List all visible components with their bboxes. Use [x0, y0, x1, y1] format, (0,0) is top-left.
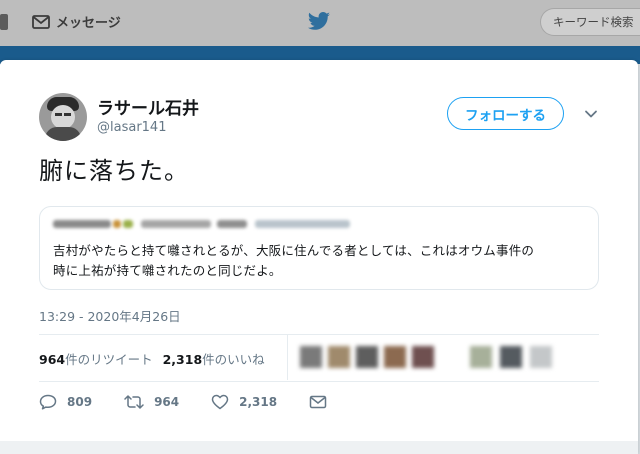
quoted-tweet[interactable]: 吉村がやたらと持て囃されとるが、大阪に住んでる者としては、これはオウム事件の 時… — [39, 206, 599, 290]
search-input[interactable]: キーワード検索 — [540, 8, 640, 36]
chevron-down-icon[interactable] — [583, 106, 599, 122]
liker-avatar[interactable] — [530, 346, 552, 368]
liker-avatar[interactable] — [470, 346, 492, 368]
heart-icon — [211, 394, 229, 410]
liker-avatar[interactable] — [300, 346, 322, 368]
liker-avatar[interactable] — [384, 346, 406, 368]
top-navigation-bar: メッセージ キーワード検索 — [0, 0, 640, 46]
quoted-tweet-text: 吉村がやたらと持て囃されとるが、大阪に住んでる者としては、これはオウム事件の 時… — [53, 241, 585, 281]
liker-avatar[interactable] — [412, 346, 434, 368]
divider — [39, 381, 599, 382]
quoted-line-1: 吉村がやたらと持て囃されとるが、大阪に住んでる者としては、これはオウム事件の — [53, 243, 535, 258]
like-count: 2,318 — [239, 395, 278, 409]
direct-message-button[interactable] — [309, 395, 327, 409]
quoted-author-blurred — [53, 217, 585, 231]
envelope-icon — [32, 14, 50, 29]
envelope-icon — [309, 395, 327, 409]
tweet-timestamp[interactable]: 13:29 - 2020年4月26日 — [39, 306, 181, 325]
nav-left: メッセージ — [0, 12, 121, 31]
retweet-icon — [124, 394, 144, 410]
retweet-count: 964 — [154, 395, 180, 409]
home-icon[interactable] — [0, 13, 8, 30]
stats-separator — [287, 334, 288, 380]
like-button[interactable]: 2,318 — [211, 394, 277, 410]
likes-stat[interactable]: 2,318 件のいいね — [163, 349, 265, 368]
search-placeholder: キーワード検索 — [553, 15, 634, 29]
display-name[interactable]: ラサール石井 — [97, 94, 199, 119]
reply-button[interactable]: 809 — [39, 394, 92, 410]
liker-avatar[interactable] — [356, 346, 378, 368]
retweets-stat[interactable]: 964 件のリツイート — [39, 349, 153, 368]
username[interactable]: @lasar141 — [97, 120, 166, 135]
tweet-card: ラサール石井 @lasar141 フォローする 腑に落ちた。 吉村がやたらと持て… — [0, 60, 638, 454]
messages-link[interactable]: メッセージ — [32, 12, 121, 31]
liker-avatar[interactable] — [328, 346, 350, 368]
twitter-bird-icon[interactable] — [307, 12, 331, 32]
liker-avatar[interactable] — [500, 346, 522, 368]
retweet-button[interactable]: 964 — [124, 394, 179, 410]
engagement-stats: 964 件のリツイート 2,318 件のいいね — [39, 349, 265, 368]
quoted-line-2: 時に上祐が持て囃されたのと同じだよ。 — [53, 263, 282, 278]
avatar[interactable] — [39, 93, 87, 141]
reply-icon — [39, 394, 57, 410]
tweet-actions: 809 964 2,318 — [39, 394, 359, 410]
reply-count: 809 — [67, 395, 93, 409]
follow-button[interactable]: フォローする — [447, 97, 564, 130]
messages-label: メッセージ — [56, 16, 121, 31]
divider — [39, 334, 599, 335]
card-footer — [0, 441, 638, 454]
tweet-text: 腑に落ちた。 — [39, 157, 189, 185]
